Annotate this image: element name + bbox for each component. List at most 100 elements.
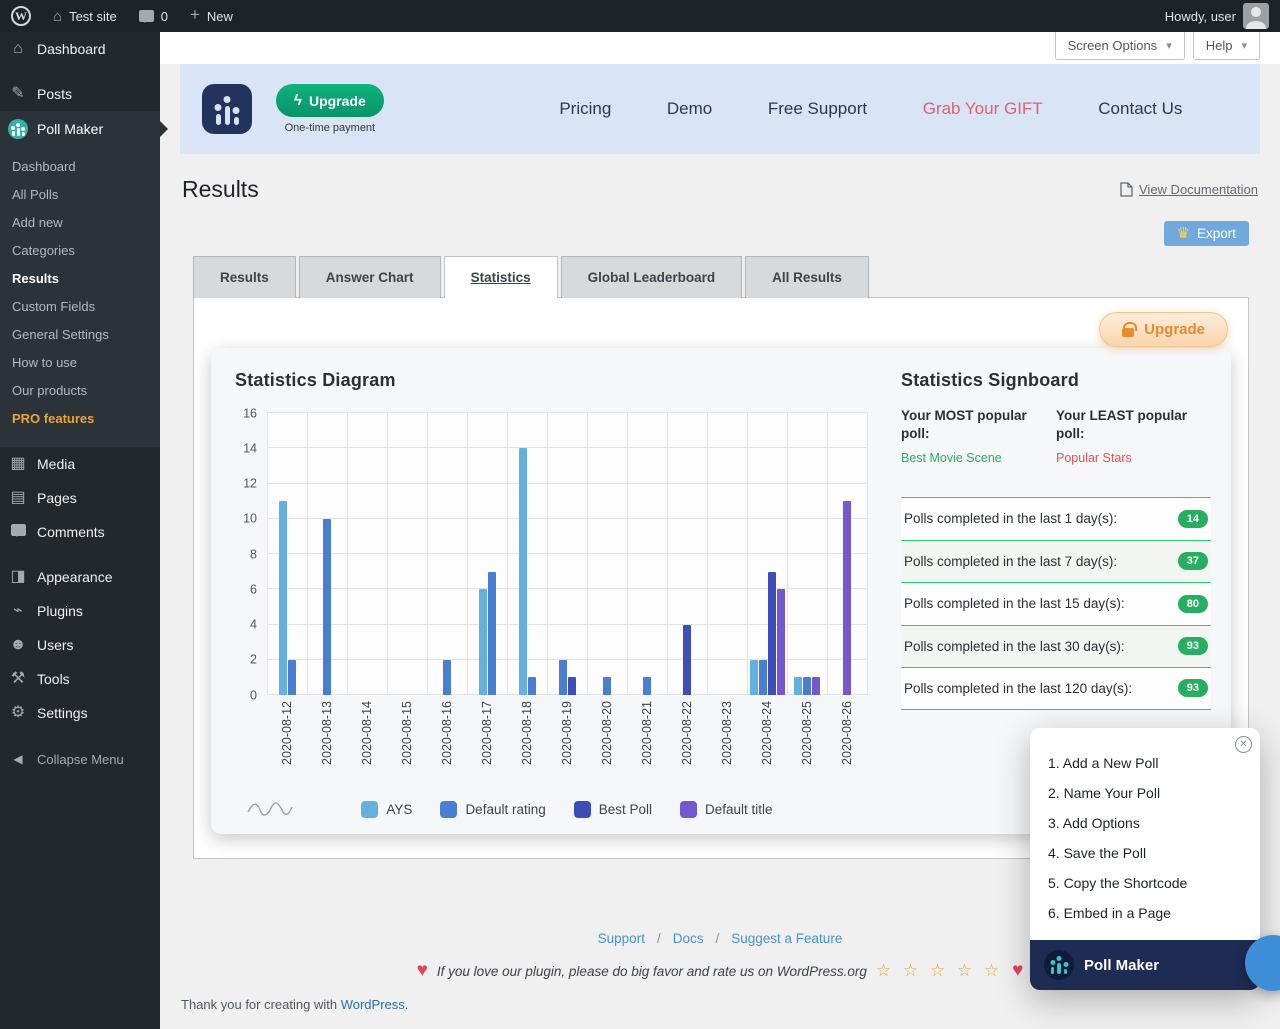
least-popular-value: Popular Stars xyxy=(1056,451,1199,465)
submenu-item-results[interactable]: Results xyxy=(0,265,160,293)
tab-all-results[interactable]: All Results xyxy=(745,256,869,298)
most-popular-value: Best Movie Scene xyxy=(901,451,1044,465)
step-name-your-poll[interactable]: 2. Name Your Poll xyxy=(1048,778,1242,808)
chart-plot xyxy=(267,413,867,695)
admin-bar: W ⌂ Test site 0 + New Howdy, user xyxy=(0,0,1280,32)
nav-link-grab-your-gift[interactable]: Grab Your GIFT xyxy=(923,99,1043,119)
comments-shortcut[interactable]: 0 xyxy=(128,0,179,32)
collapse-menu-button[interactable]: ◀ Collapse Menu xyxy=(0,742,160,776)
dashboard-icon: ⌂ xyxy=(8,41,28,57)
step-add-options[interactable]: 3. Add Options xyxy=(1048,808,1242,838)
submenu-item-dashboard[interactable]: Dashboard xyxy=(0,153,160,181)
lock-icon xyxy=(1122,328,1134,337)
chart-bar xyxy=(603,677,611,695)
tab-statistics[interactable]: Statistics xyxy=(444,256,558,298)
view-documentation-link[interactable]: View Documentation xyxy=(1120,182,1258,197)
home-icon: ⌂ xyxy=(53,9,62,24)
chart-bar xyxy=(443,660,451,695)
suggest-feature-link[interactable]: Suggest a Feature xyxy=(731,931,842,946)
rating-stars[interactable]: ☆ ☆ ☆ ☆ ☆ xyxy=(876,961,1003,981)
chart-bar xyxy=(559,660,567,695)
legend-swatch xyxy=(361,801,378,818)
y-tick-label: 14 xyxy=(243,442,257,455)
row-label: Polls completed in the last 1 day(s): xyxy=(904,511,1117,526)
x-tick-label: 2020-08-26 xyxy=(827,695,867,791)
lightning-bolt-icon: ϟ xyxy=(294,92,302,109)
new-content-menu[interactable]: + New xyxy=(179,0,244,32)
submenu-item-custom-fields[interactable]: Custom Fields xyxy=(0,293,160,321)
site-name: Test site xyxy=(69,9,117,24)
export-button[interactable]: ♛ Export xyxy=(1164,221,1249,246)
wordpress-link[interactable]: WordPress xyxy=(341,997,405,1012)
x-tick-label: 2020-08-21 xyxy=(627,695,667,791)
star-icon: ☆ xyxy=(984,961,1003,980)
submenu-item-how-to-use[interactable]: How to use xyxy=(0,349,160,377)
sidebar-item-posts[interactable]: ✎ Posts xyxy=(0,77,160,111)
tab-answer-chart[interactable]: Answer Chart xyxy=(299,256,441,298)
row-label: Polls completed in the last 15 day(s): xyxy=(904,596,1125,611)
nav-link-pricing[interactable]: Pricing xyxy=(559,99,611,119)
sidebar-item-label: Posts xyxy=(37,86,72,102)
sidebar-item-plugins[interactable]: ⌁ Plugins xyxy=(0,594,160,628)
gridline xyxy=(867,413,868,695)
crown-icon: ♛ xyxy=(1177,226,1190,241)
legend-item: Default rating xyxy=(440,801,545,818)
statistics-diagram: Statistics Diagram 0246810121416 2020-08… xyxy=(235,370,875,818)
submenu-item-general-settings[interactable]: General Settings xyxy=(0,321,160,349)
upgrade-button[interactable]: ϟ Upgrade xyxy=(276,84,384,117)
bar-group xyxy=(547,413,587,695)
export-button-label: Export xyxy=(1197,226,1236,241)
tab-results[interactable]: Results xyxy=(193,256,296,298)
submenu-item-our-products[interactable]: Our products xyxy=(0,377,160,405)
sidebar-item-dashboard[interactable]: ⌂ Dashboard xyxy=(0,32,160,66)
x-tick-label: 2020-08-15 xyxy=(387,695,427,791)
row-label: Polls completed in the last 120 day(s): xyxy=(904,681,1132,696)
plugin-promo-banner: ϟ Upgrade One-time payment Pricing Demo … xyxy=(180,64,1260,154)
sidebar-item-settings[interactable]: ⚙ Settings xyxy=(0,696,160,730)
nav-link-free-support[interactable]: Free Support xyxy=(768,99,867,119)
sidebar-item-comments[interactable]: Comments xyxy=(0,515,160,549)
count-badge: 80 xyxy=(1178,595,1208,613)
help-button[interactable]: Help ▾ xyxy=(1193,32,1260,60)
plugins-icon: ⌁ xyxy=(8,603,28,619)
sidebar-item-media[interactable]: ▦ Media xyxy=(0,447,160,481)
chevron-down-icon: ▾ xyxy=(1166,39,1172,52)
sidebar-item-poll-maker[interactable]: Poll Maker xyxy=(0,111,160,147)
site-name-link[interactable]: ⌂ Test site xyxy=(42,0,128,32)
submenu-item-categories[interactable]: Categories xyxy=(0,237,160,265)
my-account-menu[interactable]: Howdy, user xyxy=(1154,0,1280,32)
bar-group xyxy=(827,413,867,695)
sidebar-item-appearance[interactable]: ◨ Appearance xyxy=(0,560,160,594)
main-content: Screen Options ▾ Help ▾ ϟ Upgrade One-ti… xyxy=(160,32,1280,1029)
close-icon[interactable]: ✕ xyxy=(1235,736,1252,753)
upgrade-pill-button[interactable]: Upgrade xyxy=(1099,312,1228,347)
submenu-item-add-new[interactable]: Add new xyxy=(0,209,160,237)
screen-options-button[interactable]: Screen Options ▾ xyxy=(1055,32,1185,60)
tab-global-leaderboard[interactable]: Global Leaderboard xyxy=(561,256,743,298)
wp-footer-text: Thank you for creating with WordPress. xyxy=(181,997,1280,1012)
sidebar-item-users[interactable]: ☻ Users xyxy=(0,628,160,662)
step-copy-shortcode[interactable]: 5. Copy the Shortcode xyxy=(1048,868,1242,898)
docs-link[interactable]: Docs xyxy=(673,931,704,946)
sidebar-item-tools[interactable]: ⚒ Tools xyxy=(0,662,160,696)
sidebar-item-label: Settings xyxy=(37,705,88,721)
step-add-new-poll[interactable]: 1. Add a New Poll xyxy=(1048,748,1242,778)
sidebar-item-label: Pages xyxy=(37,490,77,506)
step-save-the-poll[interactable]: 4. Save the Poll xyxy=(1048,838,1242,868)
legend-item: AYS xyxy=(361,801,412,818)
nav-link-contact-us[interactable]: Contact Us xyxy=(1098,99,1182,119)
sidebar-item-label: Comments xyxy=(37,524,105,540)
bar-group xyxy=(747,413,787,695)
sidebar-item-pages[interactable]: ▤ Pages xyxy=(0,481,160,515)
x-tick-label: 2020-08-22 xyxy=(667,695,707,791)
support-link[interactable]: Support xyxy=(598,931,645,946)
wordpress-menu[interactable]: W xyxy=(0,0,42,32)
submenu-item-all-polls[interactable]: All Polls xyxy=(0,181,160,209)
submenu-item-pro-features[interactable]: PRO features xyxy=(0,405,160,433)
sidebar-item-label: Dashboard xyxy=(37,41,106,57)
chart-bar xyxy=(759,660,767,695)
step-embed-in-page[interactable]: 6. Embed in a Page xyxy=(1048,898,1242,928)
nav-link-demo[interactable]: Demo xyxy=(667,99,712,119)
sidebar-item-label: Tools xyxy=(37,671,70,687)
chart-title: Statistics Diagram xyxy=(235,370,875,391)
